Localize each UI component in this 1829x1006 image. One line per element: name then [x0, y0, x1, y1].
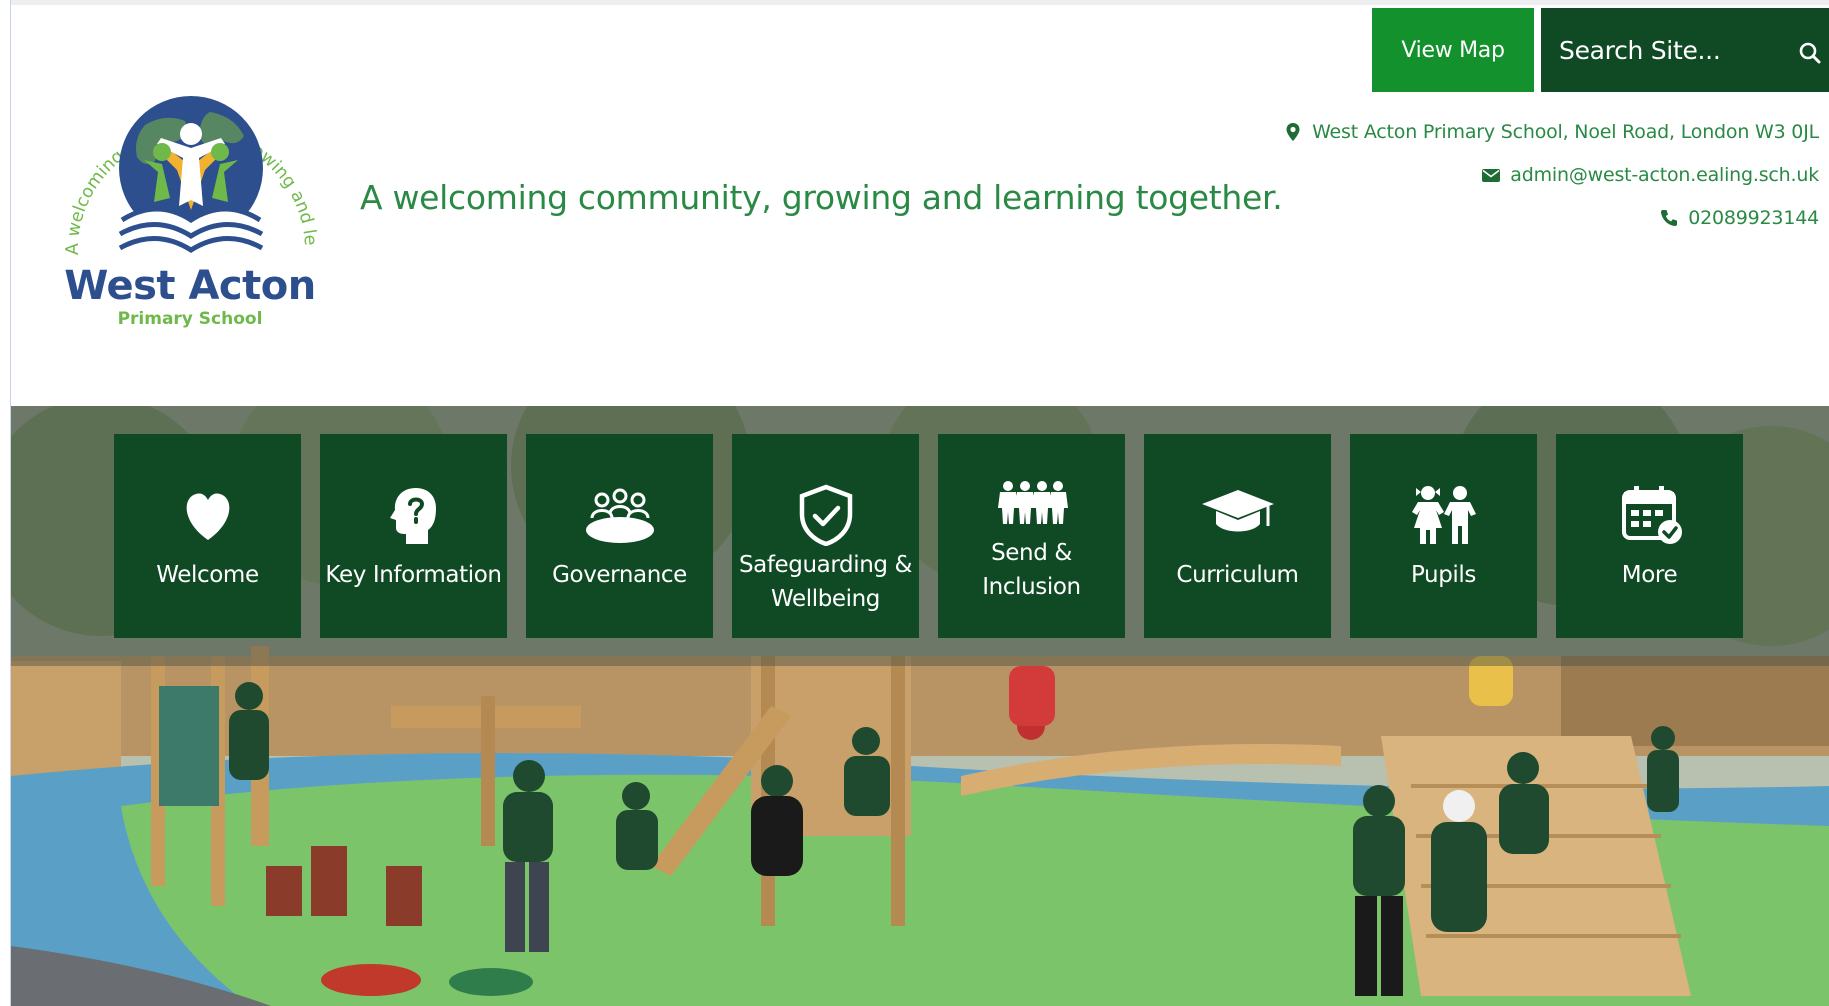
question-head-icon [378, 484, 450, 546]
tile-label: Safeguarding & Wellbeing [738, 552, 913, 612]
nav-tile-safeguarding-wellbeing[interactable]: Safeguarding & Wellbeing [732, 434, 919, 638]
logo-school-name: West Acton [64, 263, 316, 309]
tile-label: Governance [552, 562, 687, 588]
nav-tile-governance[interactable]: Governance [526, 434, 713, 638]
paper-people-icon [996, 481, 1068, 534]
top-strip [11, 0, 1829, 5]
tile-label: Send & Inclusion [982, 540, 1081, 600]
nav-tile-more[interactable]: More [1556, 434, 1743, 638]
nav-tile-curriculum[interactable]: Curriculum [1144, 434, 1331, 638]
heart-icon [172, 484, 244, 546]
search-input[interactable] [1541, 35, 1777, 65]
nav-tile-key-information[interactable]: Key Information [320, 434, 507, 638]
school-tagline: A welcoming community, growing and learn… [360, 178, 1283, 217]
window-left-edge [0, 0, 11, 1006]
calendar-check-icon [1614, 484, 1686, 546]
children-icon [1408, 484, 1480, 546]
map-marker-icon [1286, 123, 1300, 141]
view-map-button[interactable]: View Map [1372, 8, 1534, 92]
nav-tile-welcome[interactable]: Welcome [114, 434, 301, 638]
school-logo[interactable]: A welcoming community, growing and learn… [50, 30, 330, 350]
search-icon[interactable] [1799, 42, 1821, 64]
people-table-icon [584, 484, 656, 546]
tile-label: Key Information [325, 562, 502, 588]
shield-check-icon [790, 484, 862, 546]
main-nav-tiles: Welcome Key Information Governance Safeg… [114, 434, 1743, 638]
tile-label: Curriculum [1176, 562, 1299, 588]
envelope-icon [1482, 169, 1501, 182]
search-box [1541, 8, 1829, 92]
email-link[interactable]: admin@west-acton.ealing.sch.uk [1510, 164, 1819, 186]
logo-school-subtitle: Primary School [117, 309, 263, 329]
contact-address[interactable]: West Acton Primary School, Noel Road, Lo… [1283, 121, 1819, 143]
nav-tile-pupils[interactable]: Pupils [1350, 434, 1537, 638]
contact-phone[interactable]: 02089923144 [1659, 207, 1819, 229]
contact-email[interactable]: admin@west-acton.ealing.sch.uk [1481, 164, 1819, 186]
tile-label: More [1621, 562, 1678, 588]
graduation-cap-icon [1201, 484, 1274, 546]
phone-icon [1661, 210, 1678, 227]
nav-tile-send-inclusion[interactable]: Send & Inclusion [938, 434, 1125, 638]
phone-number[interactable]: 02089923144 [1688, 207, 1819, 229]
address-text: West Acton Primary School, Noel Road, Lo… [1312, 121, 1819, 143]
tile-label: Welcome [156, 562, 259, 588]
tile-label: Pupils [1410, 562, 1476, 588]
